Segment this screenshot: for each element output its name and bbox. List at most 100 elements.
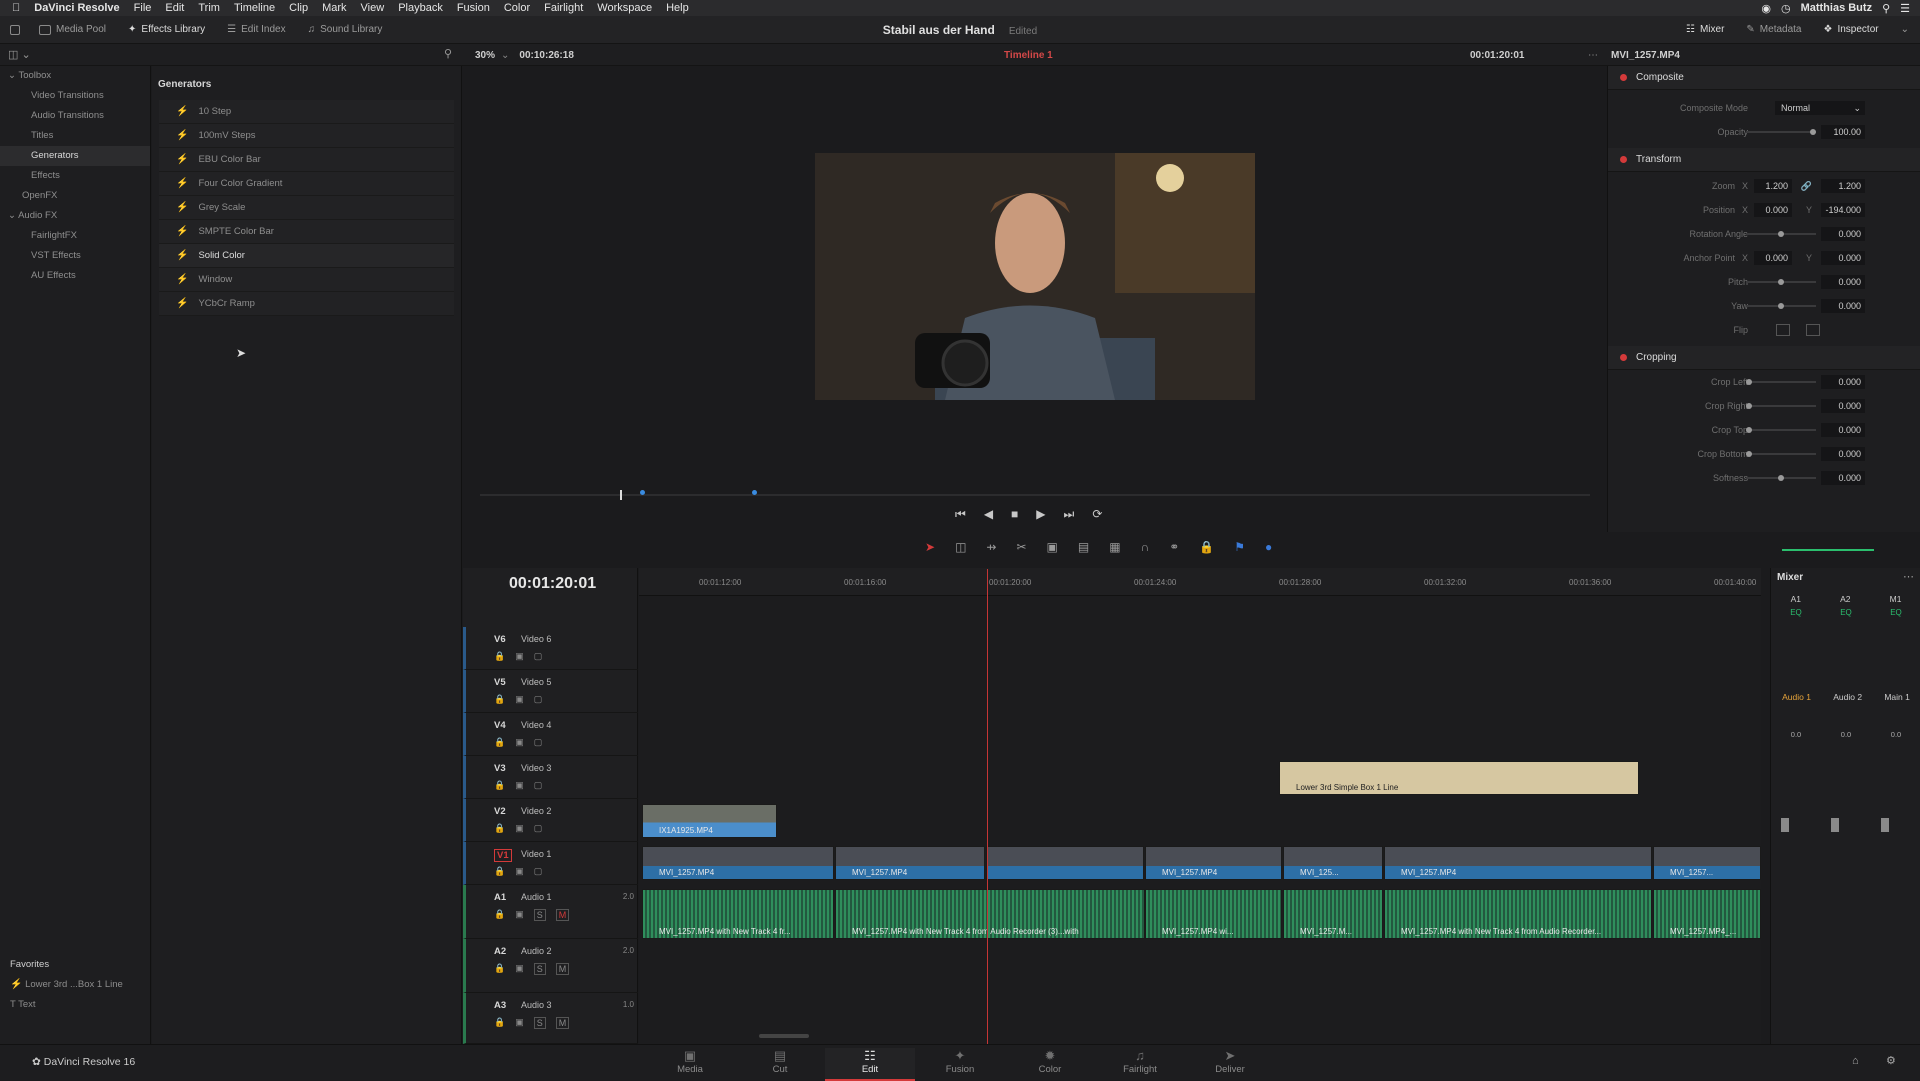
audio-clip[interactable]: MVI_1257.MP4_...	[1653, 889, 1761, 939]
selection-tool-icon[interactable]: ➤	[925, 540, 935, 560]
cropping-section[interactable]: Cropping	[1608, 346, 1920, 370]
softness-slider[interactable]	[1746, 475, 1816, 481]
auto-track-icon[interactable]: ▣	[515, 694, 524, 705]
layout-icon[interactable]	[0, 16, 28, 44]
tree-generators[interactable]: Generators	[0, 146, 150, 166]
generator-item[interactable]: ⚡ YCbCr Ramp	[159, 292, 454, 316]
tree-titles[interactable]: Titles	[0, 126, 150, 146]
video-clip[interactable]: MVI_1257.MP4	[1384, 846, 1652, 880]
control-center-icon[interactable]: ☰	[1900, 2, 1910, 15]
generator-item[interactable]: ⚡ EBU Color Bar	[159, 148, 454, 172]
menubar-user[interactable]: Matthias Butz	[1801, 2, 1873, 14]
enable-dot-icon[interactable]	[1620, 354, 1627, 361]
auto-track-icon[interactable]: ▣	[515, 651, 524, 662]
bus-a2[interactable]: A2	[1840, 594, 1850, 604]
tree-effects[interactable]: Effects	[0, 166, 150, 186]
insert-clip-icon[interactable]: ▣	[1047, 540, 1058, 560]
eq-label[interactable]: EQ	[1840, 608, 1852, 617]
timeline-select[interactable]: Timeline 1	[1004, 50, 1053, 61]
mute-button[interactable]: M	[555, 963, 570, 975]
timeline-scrollbar[interactable]	[759, 1034, 809, 1038]
scrubber-playhead[interactable]	[620, 490, 622, 500]
link-icon[interactable]: ⚭	[1169, 540, 1179, 560]
solo-button[interactable]: S	[533, 909, 546, 921]
rotation-value[interactable]: 0.000	[1821, 227, 1865, 241]
enable-track-icon[interactable]: ▢	[534, 737, 543, 748]
tree-video-transitions[interactable]: Video Transitions	[0, 86, 150, 106]
page-color[interactable]: ✹ Color	[1005, 1048, 1095, 1075]
dynamic-trim-icon[interactable]: ⇸	[986, 540, 996, 560]
crop-left-slider[interactable]	[1746, 379, 1816, 385]
viewer-frame[interactable]	[815, 153, 1255, 400]
bus-m1[interactable]: M1	[1890, 594, 1902, 604]
anchor-y-value[interactable]: 0.000	[1821, 251, 1865, 265]
lock-icon[interactable]: 🔒	[494, 651, 505, 662]
slider-knob[interactable]	[1746, 451, 1752, 457]
loop-icon[interactable]: ⟳	[1092, 507, 1102, 527]
position-x-value[interactable]: 0.000	[1754, 203, 1792, 217]
flag-icon[interactable]: ⚑	[1234, 540, 1245, 560]
crop-bottom-slider[interactable]	[1746, 451, 1816, 457]
audio-clip[interactable]: MVI_1257.M...	[1283, 889, 1383, 939]
lock-icon[interactable]: 🔒	[494, 909, 505, 921]
apple-icon[interactable]: 	[0, 2, 28, 14]
eq-label[interactable]: EQ	[1790, 608, 1802, 617]
menu-clip[interactable]: Clip	[282, 2, 315, 14]
replace-clip-icon[interactable]: ▦	[1109, 540, 1120, 560]
tree-openfx[interactable]: OpenFX	[0, 186, 150, 206]
auto-track-icon[interactable]: ▣	[515, 866, 524, 877]
lock-icon[interactable]: 🔒	[494, 963, 505, 975]
composite-section[interactable]: Composite	[1608, 66, 1920, 90]
monitor-icon[interactable]: ▣	[515, 909, 524, 921]
viewer-scrubber[interactable]	[480, 494, 1590, 496]
settings-icon[interactable]: ⚙	[1886, 1054, 1896, 1067]
track-header-a2[interactable]: A2 Audio 2 2.0 🔒 ▣ S M	[463, 939, 638, 993]
rotation-slider[interactable]	[1746, 231, 1816, 237]
lock-icon[interactable]: 🔒	[494, 866, 505, 877]
generator-item[interactable]: ⚡ Window	[159, 268, 454, 292]
generator-item[interactable]: ⚡ SMPTE Color Bar	[159, 220, 454, 244]
favorite-item[interactable]: T Text	[0, 995, 151, 1015]
track-header-v6[interactable]: V6 Video 6 🔒 ▣ ▢	[463, 627, 638, 670]
expand-icon[interactable]: ⌄	[1890, 16, 1920, 44]
slider-knob[interactable]	[1778, 475, 1784, 481]
enable-dot-icon[interactable]	[1620, 74, 1627, 81]
monitor-icon[interactable]: ▣	[515, 1017, 524, 1029]
video-clip[interactable]: MVI_1257...	[1653, 846, 1761, 880]
blade-tool-icon[interactable]: ✂	[1016, 540, 1026, 560]
snapping-icon[interactable]: ∩	[1141, 540, 1150, 560]
generator-item[interactable]: ⚡ 10 Step	[159, 100, 454, 124]
track-header-a3[interactable]: A3 Audio 3 1.0 🔒 ▣ S M	[463, 993, 638, 1044]
pitch-value[interactable]: 0.000	[1821, 275, 1865, 289]
flip-vertical-icon[interactable]	[1806, 324, 1820, 336]
video-clip[interactable]: MVI_1257.MP4	[835, 846, 985, 880]
tree-toolbox[interactable]: ⌄ Toolbox	[0, 66, 150, 86]
transform-section[interactable]: Transform	[1608, 148, 1920, 172]
enable-track-icon[interactable]: ▢	[534, 651, 543, 662]
inspector-button[interactable]: ❖ Inspector	[1813, 16, 1890, 44]
yaw-value[interactable]: 0.000	[1821, 299, 1865, 313]
pitch-slider[interactable]	[1746, 279, 1816, 285]
overwrite-clip-icon[interactable]: ▤	[1078, 540, 1089, 560]
flip-horizontal-icon[interactable]	[1776, 324, 1790, 336]
lock-icon[interactable]: 🔒	[494, 780, 505, 791]
tree-audio-fx[interactable]: ⌄ Audio FX	[0, 206, 150, 226]
panel-toggle-icon[interactable]: ◫ ⌄	[8, 48, 31, 61]
link-icon[interactable]: 🔗	[1801, 181, 1812, 192]
page-media[interactable]: ▣ Media	[645, 1048, 735, 1075]
slider-knob[interactable]	[1810, 129, 1816, 135]
audio-clip[interactable]: MVI_1257.MP4 with New Track 4 from Audio…	[1384, 889, 1652, 939]
title-clip[interactable]: Lower 3rd Simple Box 1 Line	[1279, 761, 1639, 795]
video-clip[interactable]: IX1A1925.MP4	[642, 804, 777, 838]
slider-knob[interactable]	[1746, 403, 1752, 409]
lock-icon[interactable]: 🔒	[494, 737, 505, 748]
slider-knob[interactable]	[1746, 379, 1752, 385]
more-icon[interactable]: ⋯	[1903, 570, 1914, 583]
video-clip[interactable]	[986, 846, 1144, 880]
generator-item[interactable]: ⚡ 100mV Steps	[159, 124, 454, 148]
menu-mark[interactable]: Mark	[315, 2, 353, 14]
enable-dot-icon[interactable]	[1620, 156, 1627, 163]
menu-playback[interactable]: Playback	[391, 2, 450, 14]
yaw-slider[interactable]	[1746, 303, 1816, 309]
effects-library-button[interactable]: ✦ Effects Library	[117, 16, 216, 44]
